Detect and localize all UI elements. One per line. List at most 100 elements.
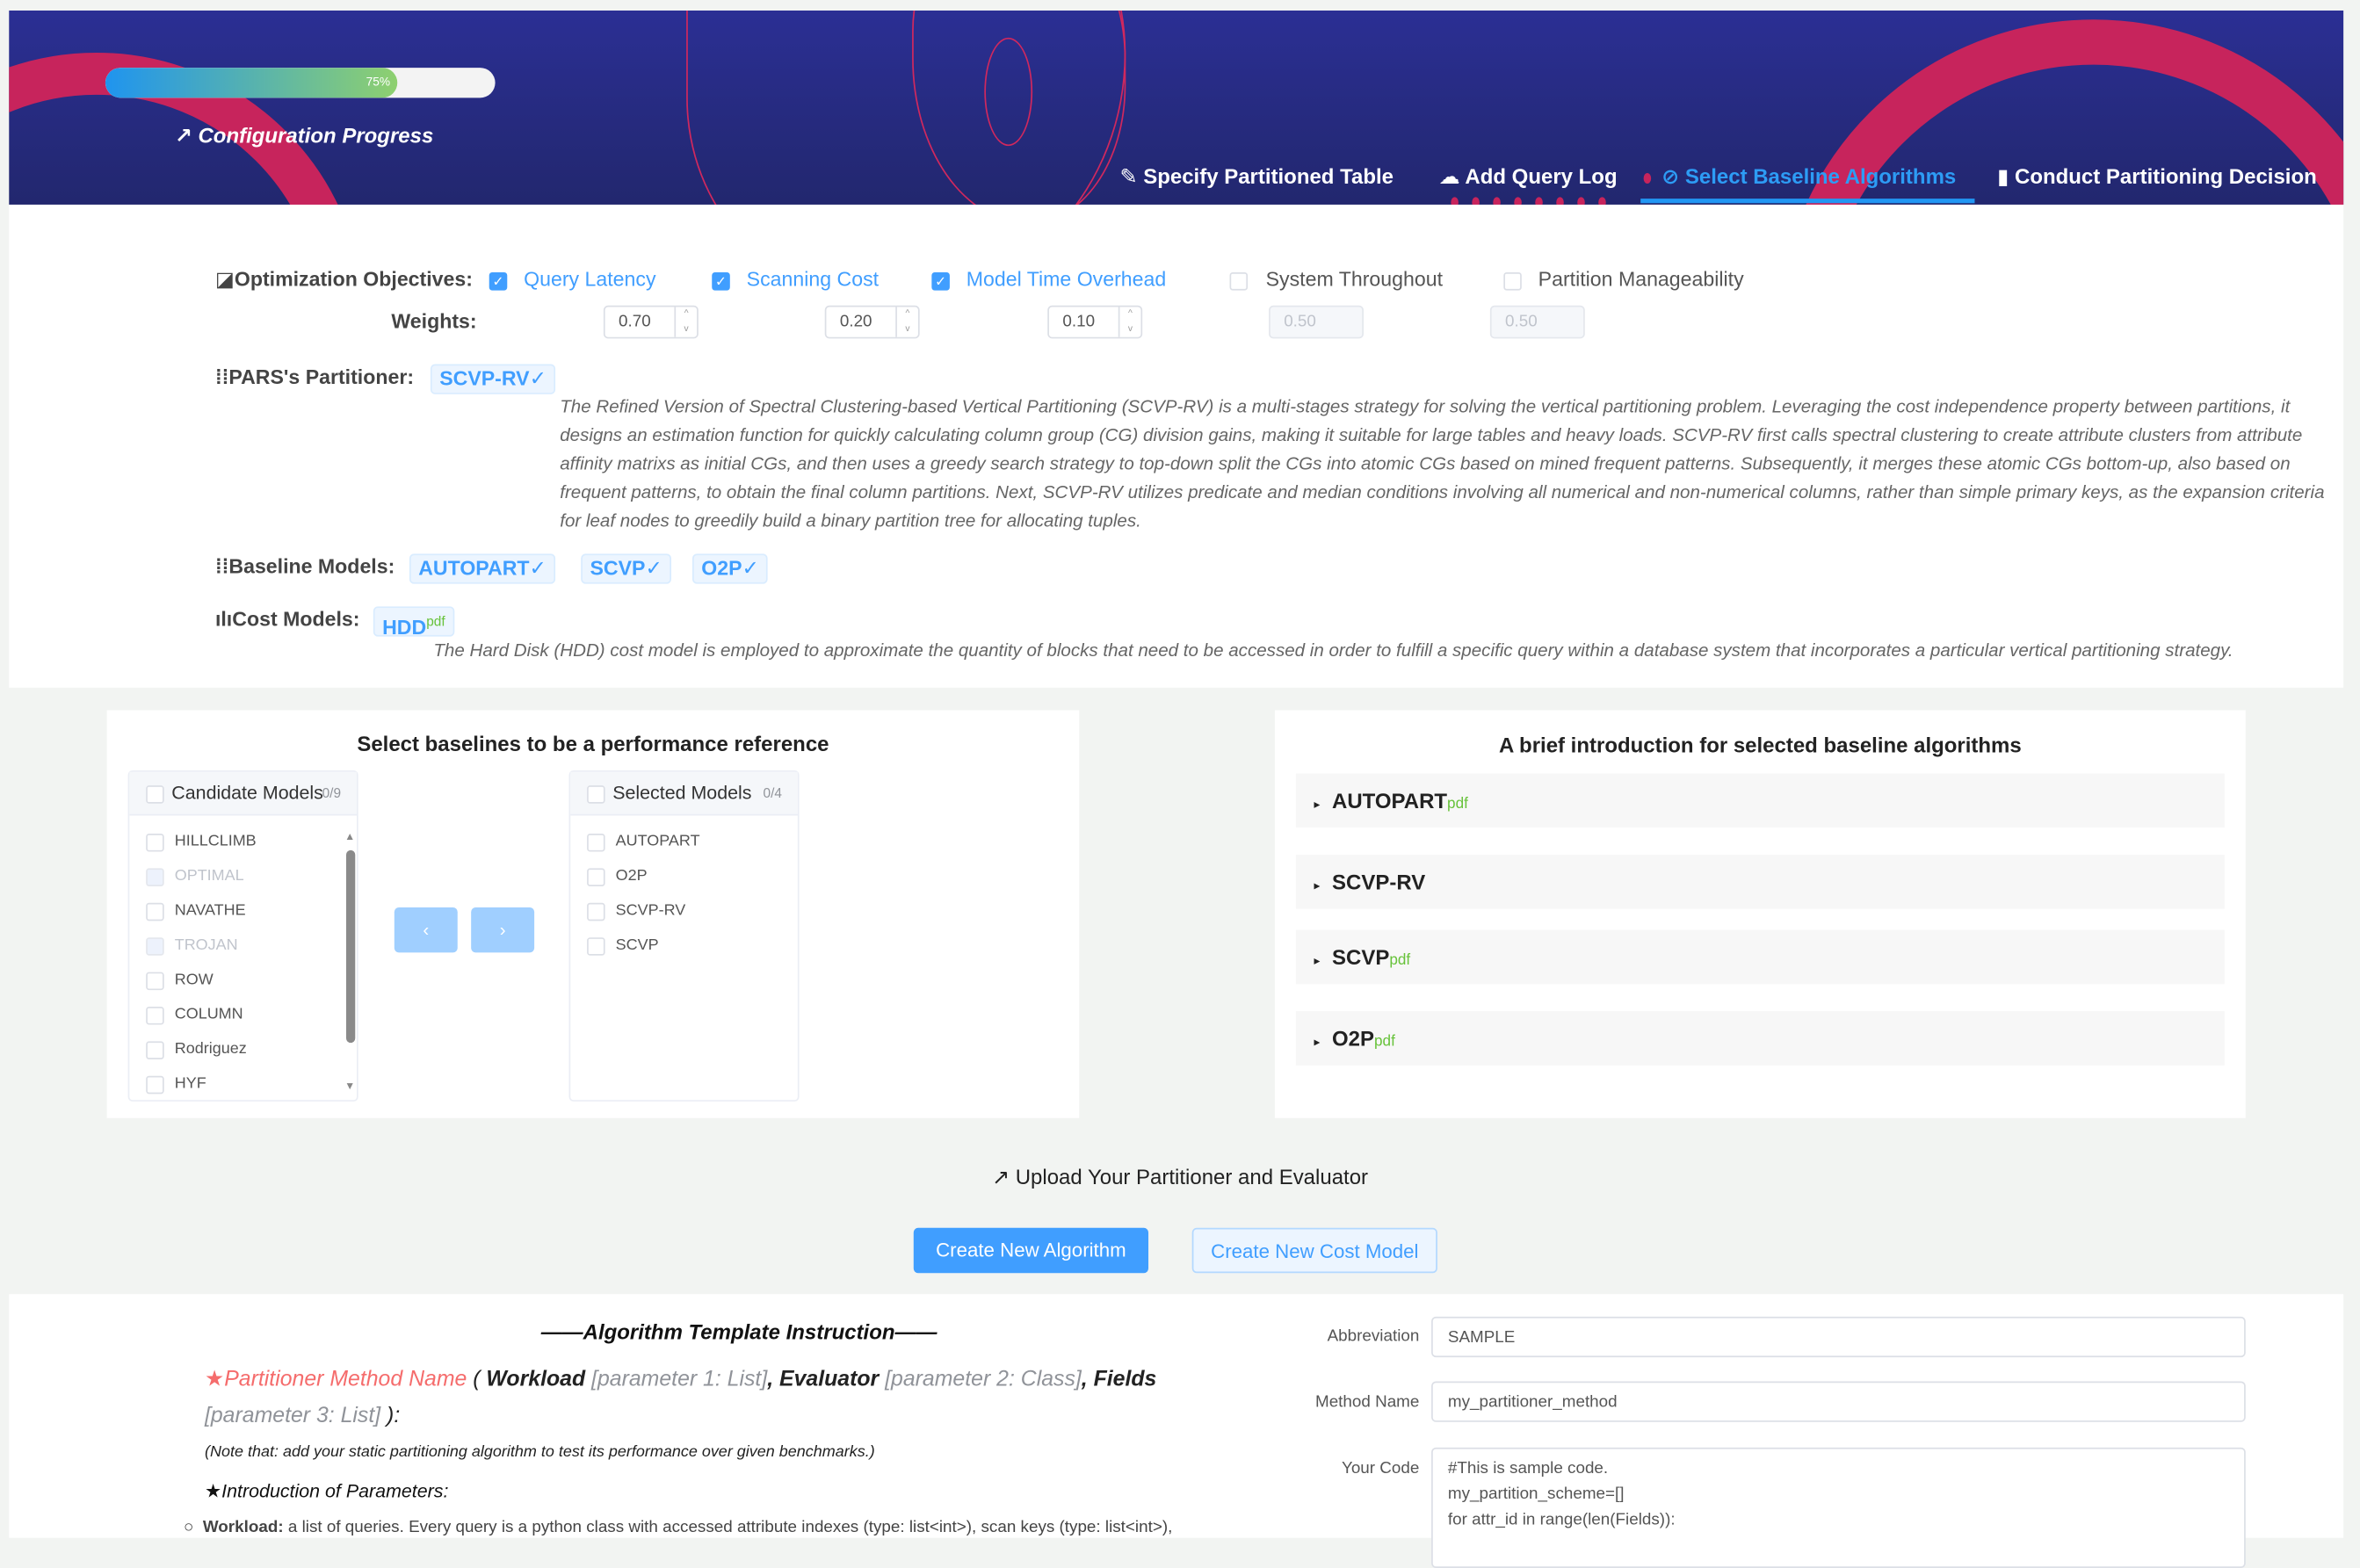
item-label: HILLCLIMB: [174, 832, 257, 850]
baseline-tag-scvp[interactable]: SCVP✓: [581, 553, 672, 584]
baseline-tag-o2p[interactable]: O2P✓: [691, 553, 769, 584]
code-line: my_partition_scheme=[]: [1447, 1485, 1625, 1504]
weight-input-partition-manageability: 0.50: [1489, 305, 1585, 339]
item-checkbox[interactable]: [146, 1075, 164, 1095]
move-left-button[interactable]: ‹: [394, 907, 458, 953]
selected-models-list: Selected Models 0/4 AUTOPART O2P SCVP-RV SC…: [568, 770, 800, 1102]
caret-right-icon: ▸: [1314, 878, 1321, 892]
candidate-models-list: Candidate Models 0/9 HILLCLIMB OPTIMAL NAV…: [127, 770, 358, 1102]
progress-fill: 75%: [105, 68, 398, 98]
weights-label: Weights:: [391, 309, 477, 333]
stepper-icon[interactable]: ^ v: [674, 307, 697, 337]
create-new-cost-model-button[interactable]: Create New Cost Model: [1191, 1227, 1437, 1274]
intro-title: A brief introduction for selected baseli…: [1498, 733, 2022, 757]
partitioner-label: ⁞⁞PARS's Partitioner:: [215, 365, 414, 388]
item-checkbox[interactable]: [146, 902, 164, 921]
code-textarea[interactable]: #This is sample code. my_partition_scheme…: [1431, 1447, 2246, 1568]
objective-label: System Throughout: [1265, 267, 1444, 291]
label-text: Baseline Models:: [228, 555, 395, 578]
select-all-selected-checkbox[interactable]: [587, 785, 605, 804]
code-label: Your Code: [1341, 1459, 1420, 1478]
item-checkbox: [146, 937, 164, 956]
item-label: O2P: [615, 866, 648, 885]
method-name-input[interactable]: [1431, 1381, 2246, 1422]
candidate-list-header: Candidate Models 0/9: [129, 771, 357, 816]
tab-add-query-log[interactable]: ☁ Add Query Log: [1439, 164, 1618, 190]
collapse-title: O2P: [1332, 1026, 1375, 1051]
item-checkbox[interactable]: [146, 834, 164, 852]
scrollbar-thumb[interactable]: [345, 849, 356, 1044]
checkbox-partition-manageability[interactable]: [1503, 272, 1522, 291]
weight-value: 0.70: [619, 313, 651, 331]
collapse-item[interactable]: ▸ SCVP-RV: [1295, 854, 2225, 909]
baseline-tag-autopart[interactable]: AUTOPART✓: [409, 553, 556, 584]
scroll-up-icon[interactable]: ▲: [344, 832, 355, 842]
checkbox-query-latency[interactable]: ✓: [489, 272, 508, 291]
pdf-link[interactable]: pdf: [1389, 952, 1410, 969]
partitioner-tag[interactable]: SCVP-RV✓: [430, 364, 556, 394]
pdf-link[interactable]: pdf: [1447, 796, 1468, 813]
param-desc: a list of queries. Every query is a pyth…: [283, 1518, 1173, 1536]
weight-input-model-time-overhead[interactable]: 0.10 ^ v: [1047, 305, 1143, 339]
tab-select-baseline-algorithms[interactable]: ⊘ Select Baseline Algorithms: [1661, 164, 1956, 190]
item-label: AUTOPART: [615, 832, 700, 850]
cost-tag-hdd[interactable]: HDDpdf: [373, 606, 454, 639]
weight-value: 0.50: [1284, 313, 1316, 331]
pdf-link[interactable]: pdf: [426, 614, 445, 629]
scrollbar[interactable]: ▲ ▼: [344, 832, 356, 1096]
code-line: #This is sample code.: [1447, 1459, 1609, 1478]
scroll-down-icon[interactable]: ▼: [344, 1082, 355, 1093]
move-right-button[interactable]: ›: [471, 907, 535, 953]
bar-chart-icon: ▮: [1997, 163, 2016, 189]
item-checkbox[interactable]: [587, 834, 605, 852]
partitioner-description: The Refined Version of Spectral Clusteri…: [560, 395, 2325, 531]
item-checkbox[interactable]: [587, 937, 605, 956]
abbreviation-label: Abbreviation: [1327, 1326, 1420, 1346]
progress-label: 75%: [366, 75, 391, 90]
abbreviation-input[interactable]: [1431, 1316, 2246, 1358]
cost-model-description: The Hard Disk (HDD) cost model is employ…: [433, 639, 2233, 661]
item-label: SCVP-RV: [615, 901, 686, 920]
checkbox-system-throughout[interactable]: [1229, 272, 1249, 291]
pdf-link[interactable]: pdf: [1374, 1034, 1395, 1051]
item-checkbox[interactable]: [587, 902, 605, 921]
select-all-candidates-checkbox[interactable]: [146, 785, 164, 804]
collapse-title: SCVP-RV: [1332, 870, 1426, 894]
grid-icon: ⁞⁞: [214, 555, 229, 578]
param-label: Workload:: [202, 1518, 284, 1536]
stepper-icon[interactable]: ^ v: [1118, 307, 1141, 337]
param-type: [parameter 2: Class]: [879, 1368, 1082, 1392]
create-new-algorithm-button[interactable]: Create New Algorithm: [913, 1227, 1149, 1274]
star-icon: ★: [204, 1368, 225, 1392]
item-checkbox[interactable]: [587, 868, 605, 886]
item-label: NAVATHE: [174, 901, 246, 920]
collapse-item[interactable]: ▸ O2Ppdf: [1295, 1011, 2225, 1066]
active-tab-indicator: [1640, 199, 1975, 204]
item-label: ROW: [174, 970, 214, 989]
item-checkbox[interactable]: [146, 1041, 164, 1059]
collapse-item[interactable]: ▸ SCVPpdf: [1295, 929, 2225, 985]
param-name: , Evaluator: [767, 1368, 880, 1392]
item-checkbox[interactable]: [146, 972, 164, 991]
collapse-item[interactable]: ▸ AUTOPARTpdf: [1295, 773, 2225, 828]
bar-chart-icon: ılı: [214, 608, 233, 631]
caret-right-icon: ▸: [1314, 1035, 1321, 1049]
sig-text: (: [467, 1368, 487, 1392]
checkbox-model-time-overhead[interactable]: ✓: [931, 272, 950, 291]
template-title: ——Algorithm Template Instruction——: [540, 1319, 937, 1344]
weight-input-query-latency[interactable]: 0.70 ^ v: [603, 305, 699, 339]
weight-input-scanning-cost[interactable]: 0.20 ^ v: [824, 305, 920, 339]
tab-label: Add Query Log: [1465, 163, 1618, 189]
param-type: [parameter 1: List]: [585, 1368, 768, 1392]
tab-label: Specify Partitioned Table: [1143, 163, 1394, 189]
arrow-up-right-icon: ↗: [991, 1164, 1016, 1189]
tab-label: Select Baseline Algorithms: [1684, 163, 1957, 189]
checkbox-scanning-cost[interactable]: ✓: [712, 272, 730, 291]
label-text: PARS's Partitioner:: [228, 365, 415, 388]
tab-specify-partitioned-table[interactable]: ✎ Specify Partitioned Table: [1119, 164, 1394, 190]
item-checkbox[interactable]: [146, 1006, 164, 1025]
method-signature: ★Partitioner Method Name ( Workload [par…: [205, 1362, 1243, 1434]
tab-conduct-partitioning-decision[interactable]: ▮ Conduct Partitioning Decision: [1997, 164, 2317, 190]
stepper-icon[interactable]: ^ v: [895, 307, 918, 337]
sig-text: ):: [380, 1404, 401, 1428]
